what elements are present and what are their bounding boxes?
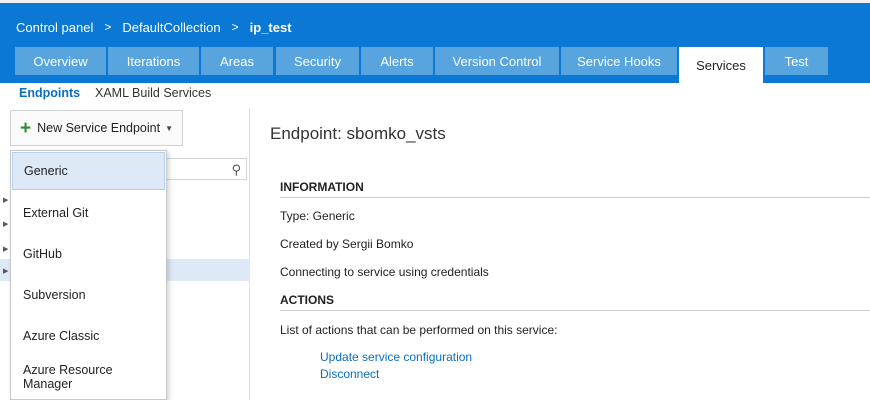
breadcrumb-control-panel[interactable]: Control panel xyxy=(16,20,93,35)
endpoint-filter-input[interactable]: ⚲ xyxy=(165,158,247,180)
breadcrumb-separator: > xyxy=(104,20,112,34)
tab-iterations[interactable]: Iterations xyxy=(108,47,199,75)
subnav-xaml-build-services[interactable]: XAML Build Services xyxy=(95,86,211,100)
tab-security[interactable]: Security xyxy=(276,47,359,75)
chevron-down-icon: ▼ xyxy=(165,123,174,133)
breadcrumb: Control panel > DefaultCollection > ip_t… xyxy=(16,19,292,35)
menu-item-generic[interactable]: Generic xyxy=(12,152,165,190)
actions-header: ACTIONS xyxy=(280,293,870,311)
breadcrumb-collection[interactable]: DefaultCollection xyxy=(122,20,220,35)
disconnect-link[interactable]: Disconnect xyxy=(320,367,379,381)
menu-item-external-git[interactable]: External Git xyxy=(12,194,165,232)
window-edge xyxy=(0,0,870,3)
expand-arrow-icon[interactable]: ▶ xyxy=(3,267,8,275)
tab-services[interactable]: Services xyxy=(679,47,763,83)
menu-item-azure-resource-manager[interactable]: Azure Resource Manager xyxy=(12,358,165,396)
expand-arrow-icon[interactable]: ▶ xyxy=(3,196,8,204)
endpoint-created-by: Created by Sergii Bomko xyxy=(280,237,414,251)
tab-service-hooks[interactable]: Service Hooks xyxy=(561,47,677,75)
tab-areas[interactable]: Areas xyxy=(201,47,273,75)
information-header: INFORMATION xyxy=(280,180,870,198)
actions-intro: List of actions that can be performed on… xyxy=(280,323,558,337)
menu-item-github[interactable]: GitHub xyxy=(12,235,165,273)
new-service-endpoint-label: New Service Endpoint xyxy=(37,121,161,135)
endpoint-type: Type: Generic xyxy=(280,209,355,223)
sub-navigation: Endpoints XAML Build Services xyxy=(0,83,870,108)
expand-arrow-icon[interactable]: ▶ xyxy=(3,245,8,253)
breadcrumb-separator: > xyxy=(231,20,239,34)
subnav-endpoints[interactable]: Endpoints xyxy=(19,86,80,100)
breadcrumb-project[interactable]: ip_test xyxy=(250,20,292,35)
endpoint-title: Endpoint: sbomko_vsts xyxy=(270,124,446,143)
endpoint-type-menu: Generic External Git GitHub Subversion A… xyxy=(10,150,167,400)
new-service-endpoint-button[interactable]: + New Service Endpoint ▼ xyxy=(10,110,183,146)
tab-overview[interactable]: Overview xyxy=(15,47,106,75)
update-service-configuration-link[interactable]: Update service configuration xyxy=(320,350,472,364)
search-icon[interactable]: ⚲ xyxy=(231,162,241,178)
endpoint-connection-info: Connecting to service using credentials xyxy=(280,265,489,279)
expand-arrow-icon[interactable]: ▶ xyxy=(3,220,8,228)
tab-alerts[interactable]: Alerts xyxy=(361,47,433,75)
menu-item-azure-classic[interactable]: Azure Classic xyxy=(12,317,165,355)
plus-icon: + xyxy=(20,117,32,139)
tab-version-control[interactable]: Version Control xyxy=(435,47,559,75)
tab-test[interactable]: Test xyxy=(765,47,828,75)
menu-item-subversion[interactable]: Subversion xyxy=(12,276,165,314)
